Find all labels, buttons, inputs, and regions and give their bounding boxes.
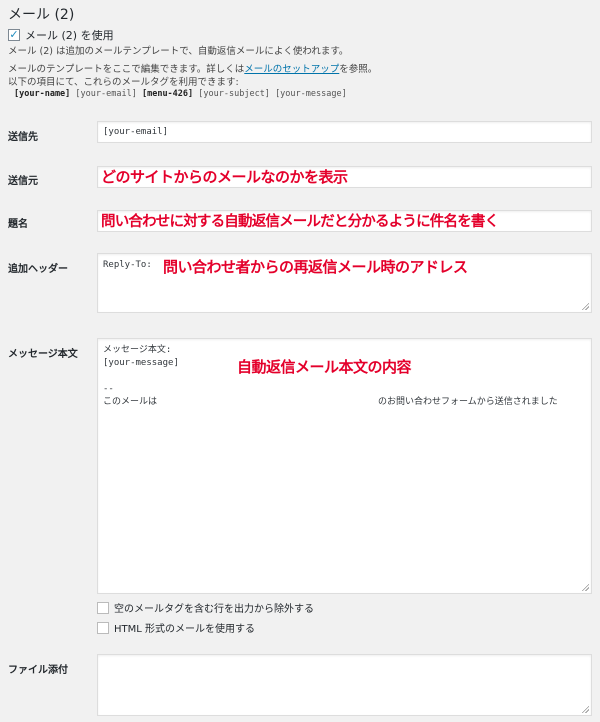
subject-annotation: 問い合わせに対する自動返信メールだと分かるように件名を書く <box>101 214 499 230</box>
resize-handle-icon[interactable] <box>581 583 589 591</box>
attachments-label: ファイル添付 <box>8 665 68 676</box>
mail-tag[interactable]: [your-subject] <box>198 89 270 99</box>
enable-mail2-checkbox[interactable] <box>8 29 20 41</box>
mail-tag[interactable]: [your-message] <box>275 89 347 99</box>
headers-value: Reply-To: <box>103 260 152 270</box>
mail-setup-link[interactable]: メールのセットアップ <box>244 64 339 75</box>
html-mail-label: HTML 形式のメールを使用する <box>114 624 256 635</box>
from-annotation: どのサイトからのメールなのかを表示 <box>101 168 348 186</box>
body-line: このメールは <box>103 397 158 407</box>
body-annotation: 自動返信メール本文の内容 <box>237 358 412 376</box>
mail-tag[interactable]: [your-email] <box>75 89 136 99</box>
body-line: のお問い合わせフォームから送信されました <box>378 397 558 407</box>
mail-tags-intro: 以下の項目にて、これらのメールタグを利用できます: <box>8 77 239 88</box>
mail-tag[interactable]: [your-name] <box>14 89 70 99</box>
subject-label: 題名 <box>8 219 28 230</box>
exclude-blank-option[interactable]: 空のメールタグを含む行を出力から除外する <box>97 600 314 615</box>
html-mail-option[interactable]: HTML 形式のメールを使用する <box>97 620 255 635</box>
resize-handle-icon[interactable] <box>581 302 589 310</box>
template-help-text: メールのテンプレートをここで編集できます。詳しくはメールのセットアップを参照。 <box>8 61 377 75</box>
to-input-value: [your-email] <box>103 127 169 137</box>
mail-tags-list: [your-name] [your-email] [menu-426] [you… <box>14 89 347 99</box>
headers-label: 追加ヘッダー <box>8 264 68 275</box>
section-title: メール (2) <box>8 7 75 23</box>
body-line: -- <box>103 384 114 394</box>
to-input[interactable]: [your-email] <box>97 121 592 143</box>
html-mail-checkbox[interactable] <box>97 621 109 634</box>
body-label: メッセージ本文 <box>8 349 78 360</box>
headers-annotation: 問い合わせ者からの再返信メール時のアドレス <box>163 258 468 276</box>
to-label: 送信先 <box>8 132 38 143</box>
enable-mail2-label: メール (2) を使用 <box>25 29 114 42</box>
template-help-suffix: を参照。 <box>339 64 378 75</box>
exclude-blank-label: 空のメールタグを含む行を出力から除外する <box>114 604 314 615</box>
enable-mail2-row[interactable]: メール (2) を使用 <box>8 27 114 43</box>
mail2-description: メール (2) は追加のメールテンプレートで、自動返信メールによく使われます。 <box>8 46 349 57</box>
resize-handle-icon[interactable] <box>581 705 589 713</box>
attachments-textarea[interactable] <box>97 654 592 716</box>
from-label: 送信元 <box>8 176 38 187</box>
mail-tag[interactable]: [menu-426] <box>142 89 193 99</box>
exclude-blank-checkbox[interactable] <box>97 601 109 614</box>
